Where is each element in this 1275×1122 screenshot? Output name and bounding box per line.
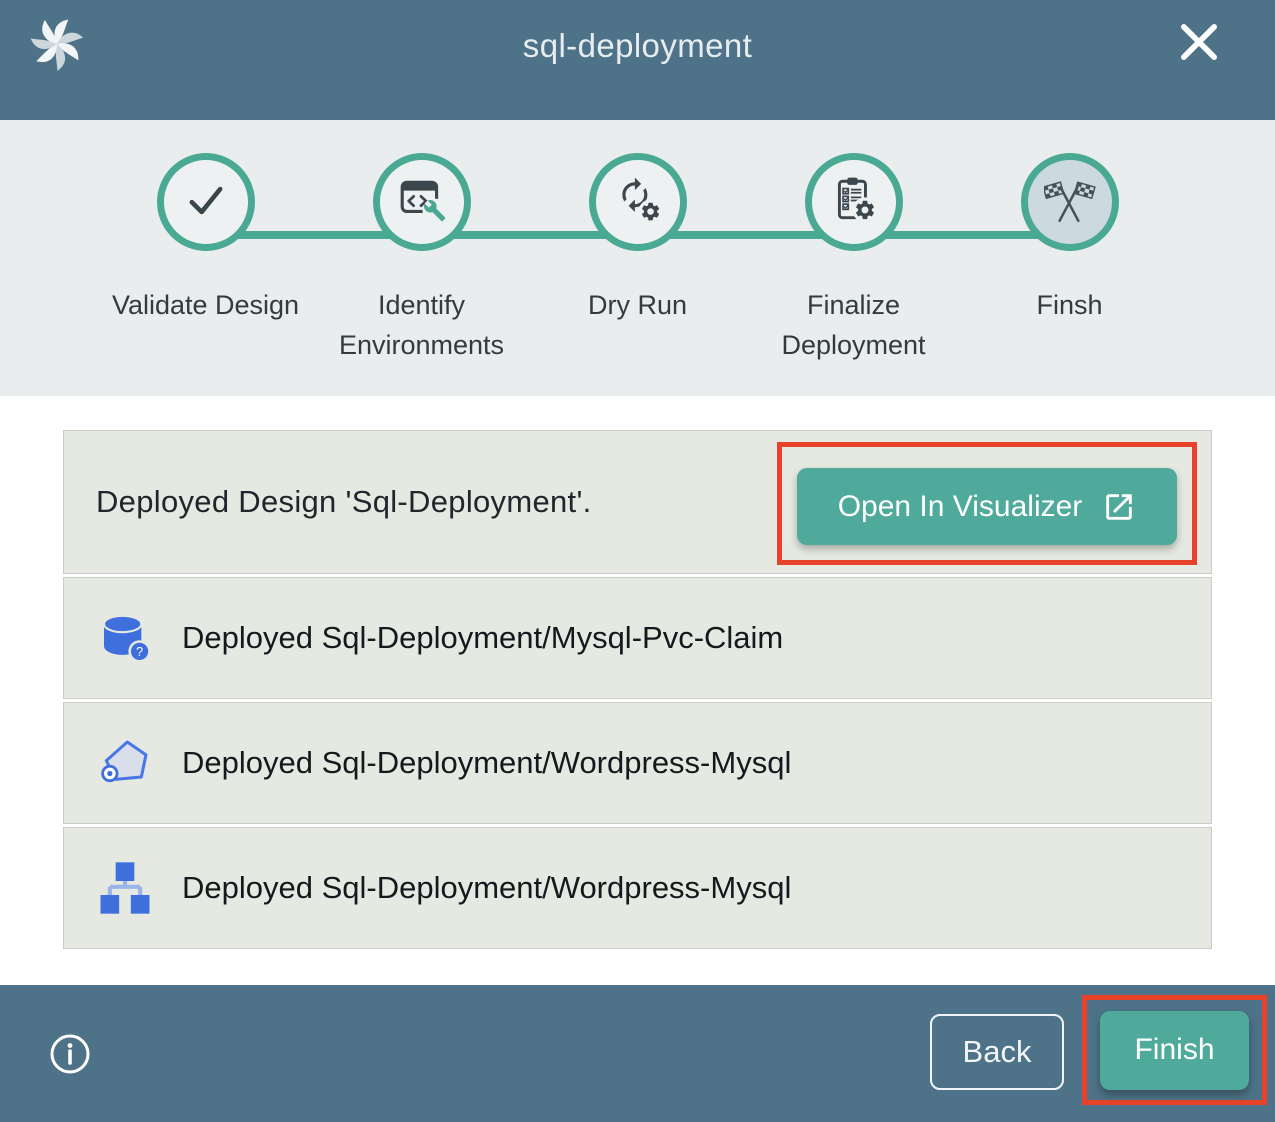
summary-row: Deployed Design 'Sql-Deployment'. Open I… — [63, 430, 1212, 574]
finish-flags-icon — [1044, 174, 1096, 231]
dialog-title: sql-deployment — [523, 27, 752, 65]
clipboard-gear-icon — [829, 175, 879, 230]
step-validate-design: Validate Design — [98, 153, 314, 365]
results-area: Deployed Design 'Sql-Deployment'. Open I… — [0, 396, 1275, 985]
step-finalize-deployment: Finalize Deployment — [746, 153, 962, 365]
step-identify-environments: Identify Environments — [314, 153, 530, 365]
finish-button[interactable]: Finish — [1100, 1011, 1249, 1090]
highlight-box-visualizer: Open In Visualizer — [777, 442, 1197, 565]
pentagon-icon — [97, 735, 153, 791]
stepper: Validate Design — [0, 120, 1275, 396]
step-circle — [1021, 153, 1119, 251]
meshery-logo-icon — [27, 13, 87, 75]
dialog-header: sql-deployment — [0, 0, 1275, 120]
external-link-icon — [1102, 490, 1136, 524]
step-dry-run: Dry Run — [530, 153, 746, 365]
dialog-footer: Back Finish — [0, 985, 1275, 1122]
step-circle — [373, 153, 471, 251]
step-finish: Finsh — [962, 153, 1178, 365]
deployed-item-text: Deployed Sql-Deployment/Wordpress-Mysql — [182, 870, 791, 906]
check-icon — [182, 176, 230, 229]
deployed-item-text: Deployed Sql-Deployment/Wordpress-Mysql — [182, 745, 791, 781]
database-icon: ? — [97, 610, 153, 666]
topology-icon — [97, 860, 153, 916]
results-panel: Deployed Design 'Sql-Deployment'. Open I… — [63, 430, 1212, 949]
sync-gear-icon — [613, 175, 663, 230]
highlight-box-finish: Finish — [1082, 995, 1267, 1105]
deployed-item-text: Deployed Sql-Deployment/Mysql-Pvc-Claim — [182, 620, 783, 656]
info-icon[interactable] — [48, 1032, 92, 1076]
deployment-wizard-dialog: sql-deployment Validate Design — [0, 0, 1275, 1122]
back-button[interactable]: Back — [930, 1014, 1064, 1090]
step-label: Validate Design — [112, 285, 299, 325]
open-in-visualizer-button[interactable]: Open In Visualizer — [797, 468, 1177, 545]
step-label: Dry Run — [588, 285, 687, 325]
step-circle — [589, 153, 687, 251]
open-in-visualizer-label: Open In Visualizer — [838, 490, 1083, 524]
close-icon[interactable] — [1173, 16, 1225, 68]
deployed-item-row: Deployed Sql-Deployment/Wordpress-Mysql — [63, 702, 1212, 824]
code-wrench-icon — [397, 175, 447, 230]
deployed-item-row: ? Deployed Sql-Deployment/Mysql-Pvc-Clai… — [63, 577, 1212, 699]
stepper-steps: Validate Design — [0, 153, 1275, 365]
summary-text: Deployed Design 'Sql-Deployment'. — [96, 484, 592, 520]
step-label: Finsh — [1036, 285, 1102, 325]
deployed-item-row: Deployed Sql-Deployment/Wordpress-Mysql — [63, 827, 1212, 949]
step-circle — [157, 153, 255, 251]
step-label: Finalize Deployment — [758, 285, 950, 365]
step-circle — [805, 153, 903, 251]
step-label: Identify Environments — [326, 285, 518, 365]
svg-text:?: ? — [136, 644, 143, 659]
